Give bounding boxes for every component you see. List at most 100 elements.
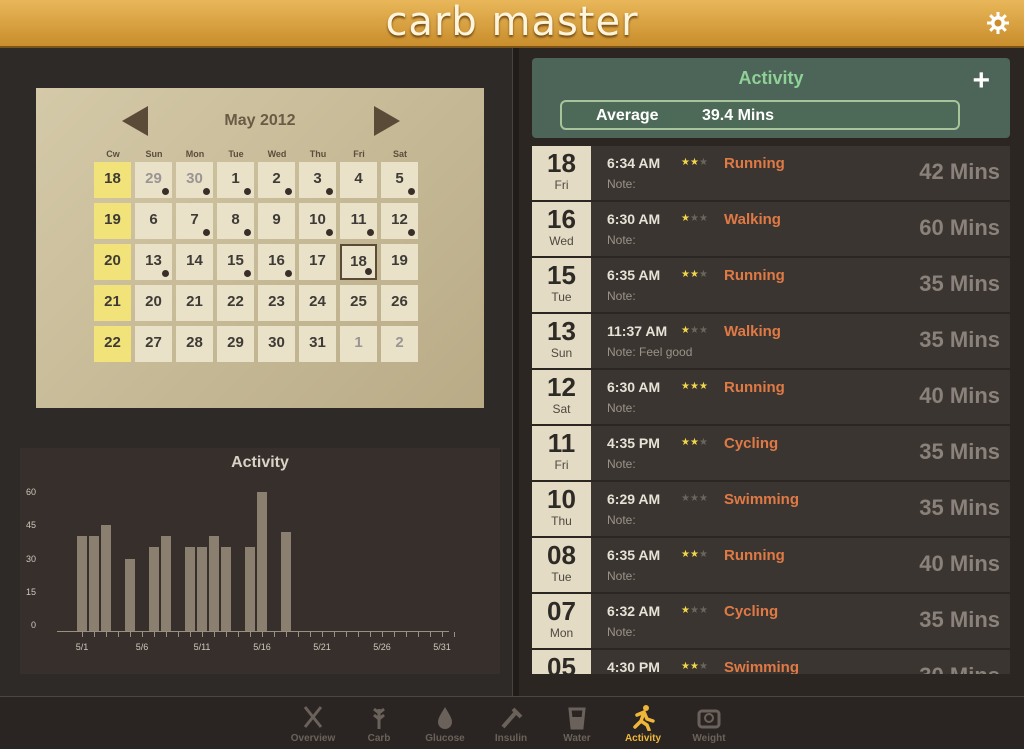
calendar-day[interactable]: 30 — [258, 326, 295, 362]
star-icon: ★ — [689, 549, 699, 560]
calendar-day[interactable]: 21 — [176, 285, 213, 321]
app-header: carb master — [0, 0, 1024, 48]
calendar-day-number: 9 — [272, 211, 281, 228]
activity-row[interactable]: 10 Thu 6:29 AM ★★★ Swimming Note: 35 Mins — [532, 482, 1010, 537]
calendar-day[interactable]: 10 — [299, 203, 336, 239]
star-icon: ★ — [698, 661, 708, 672]
calendar-day[interactable]: 27 — [135, 326, 172, 362]
activity-row[interactable]: 13 Sun 11:37 AM ★★★ Walking Note: Feel good 35… — [532, 314, 1010, 369]
calendar-dow-label: Sat — [392, 149, 407, 159]
tab-carb[interactable]: Carb — [347, 697, 411, 749]
tab-water[interactable]: Water — [545, 697, 609, 749]
gear-icon[interactable] — [986, 11, 1010, 35]
entry-note: Note: — [607, 569, 636, 583]
calendar-day[interactable]: 28 — [176, 326, 213, 362]
calendar-day[interactable]: 3 — [299, 162, 336, 198]
star-icon: ★ — [689, 493, 699, 504]
add-activity-button[interactable]: + — [972, 66, 990, 96]
tab-overview[interactable]: Overview — [281, 697, 345, 749]
activity-row[interactable]: 16 Wed 6:30 AM ★★★ Walking Note: 60 Mins — [532, 202, 1010, 257]
calendar-day[interactable]: 1 — [217, 162, 254, 198]
calendar-day[interactable]: 6 — [135, 203, 172, 239]
star-icon: ★ — [681, 381, 690, 392]
calendar-day-number: 2 — [272, 170, 281, 187]
calendar-day[interactable]: 9 — [258, 203, 295, 239]
activity-row[interactable]: 08 Tue 6:35 AM ★★★ Running Note: 40 Mins — [532, 538, 1010, 593]
calendar-day[interactable]: 14 — [176, 244, 213, 280]
tab-label: Activity — [624, 733, 662, 744]
entry-dot-icon — [365, 268, 372, 275]
calendar-day[interactable]: 23 — [258, 285, 295, 321]
calendar-day[interactable]: 7 — [176, 203, 213, 239]
calendar-day[interactable]: 17 — [299, 244, 336, 280]
calendar-day[interactable]: 11 — [340, 203, 377, 239]
activity-row[interactable]: 07 Mon 6:32 AM ★★★ Cycling Note: 35 Mins — [532, 594, 1010, 649]
calendar-day[interactable]: 2 — [381, 326, 418, 362]
calendar-day[interactable]: 29 — [217, 326, 254, 362]
chart-bar — [161, 536, 171, 631]
calendar-day[interactable]: 18 — [340, 244, 377, 280]
calendar-day[interactable]: 22 — [217, 285, 254, 321]
activity-row[interactable]: 054:30 PM★★★SwimmingNote:30 Mins — [532, 650, 1010, 675]
entry-note: Note: — [607, 177, 636, 191]
glass-icon — [568, 707, 586, 730]
calendar-day-number: 12 — [391, 211, 408, 228]
calendar-day[interactable]: 13 — [135, 244, 172, 280]
chart-bar — [185, 547, 195, 631]
entry-date: 08 Tue — [532, 538, 591, 592]
tab-weight[interactable]: Weight — [677, 697, 741, 749]
calendar-day[interactable]: 1 — [340, 326, 377, 362]
calendar-day[interactable]: 29 — [135, 162, 172, 198]
chart-x-tick — [454, 632, 455, 637]
entry-weekday: Tue — [551, 290, 572, 304]
entry-time: 4:35 PM — [607, 435, 660, 451]
star-icon: ★ — [689, 325, 699, 336]
activity-row[interactable]: 15 Tue 6:35 AM ★★★ Running Note: 35 Mins — [532, 258, 1010, 313]
calendar-day-number: 7 — [190, 211, 199, 228]
entry-note: Note: Feel good — [607, 345, 693, 359]
calendar-day-number: 5 — [395, 170, 404, 187]
chart-x-tick — [382, 632, 383, 637]
chart-bar — [221, 547, 231, 631]
tab-insulin[interactable]: Insulin — [479, 697, 543, 749]
calendar-day[interactable]: 19 — [381, 244, 418, 280]
calendar-day[interactable]: 8 — [217, 203, 254, 239]
calendar-day[interactable]: 16 — [258, 244, 295, 280]
tab-activity[interactable]: Activity — [611, 697, 675, 749]
entry-time: 11:37 AM — [607, 323, 668, 339]
rating-stars: ★★★ — [681, 381, 708, 392]
chart-x-tick — [118, 632, 119, 637]
prev-month-arrow-icon[interactable] — [122, 106, 148, 136]
calendar-day[interactable]: 26 — [381, 285, 418, 321]
runner-icon — [633, 705, 655, 731]
entry-dot-icon — [162, 188, 169, 195]
activity-row[interactable]: 12 Sat 6:30 AM ★★★ Running Note: 40 Mins — [532, 370, 1010, 425]
tab-glucose[interactable]: Glucose — [413, 697, 477, 749]
entry-day-number: 12 — [547, 372, 576, 402]
entry-dot-icon — [408, 229, 415, 236]
next-month-arrow-icon[interactable] — [374, 106, 400, 136]
chart-x-tick — [82, 632, 83, 637]
calendar-day[interactable]: 25 — [340, 285, 377, 321]
calendar-day[interactable]: 31 — [299, 326, 336, 362]
calendar-day[interactable]: 24 — [299, 285, 336, 321]
calendar-day[interactable]: 30 — [176, 162, 213, 198]
activity-row[interactable]: 18 Fri 6:34 AM ★★★ Running Note: 42 Mins — [532, 146, 1010, 201]
chart-x-tick — [430, 632, 431, 637]
entry-dot-icon — [326, 229, 333, 236]
tab-bar: Overview Carb Glucose Insulin Water Activity W… — [0, 696, 1024, 749]
calendar-day[interactable]: 20 — [135, 285, 172, 321]
calendar-day[interactable]: 15 — [217, 244, 254, 280]
activity-row[interactable]: 11 Fri 4:35 PM ★★★ Cycling Note: 35 Mins — [532, 426, 1010, 481]
entry-duration: 35 Mins — [919, 439, 1000, 464]
entry-day-number: 16 — [547, 204, 576, 234]
chart-y-tick-label: 60 — [26, 487, 37, 497]
calendar-day[interactable]: 2 — [258, 162, 295, 198]
calendar-day[interactable]: 5 — [381, 162, 418, 198]
calendar-day[interactable]: 4 — [340, 162, 377, 198]
chart-y-tick-label: 0 — [30, 620, 36, 630]
calendar-day[interactable]: 12 — [381, 203, 418, 239]
rating-stars: ★★★ — [681, 269, 708, 280]
rating-stars: ★★★ — [681, 325, 708, 336]
calendar-day-number: 27 — [145, 334, 162, 351]
